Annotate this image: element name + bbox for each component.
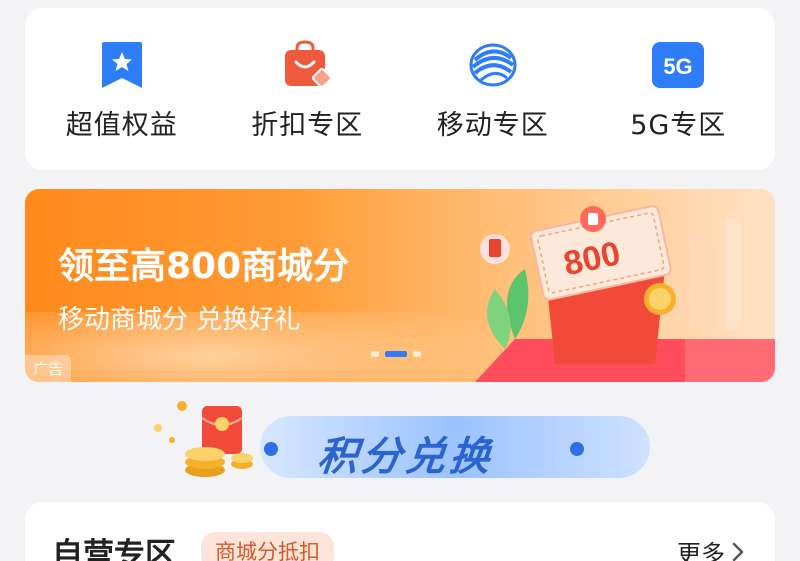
- nav-label: 5G专区: [630, 109, 727, 141]
- section-title: 自营专区: [52, 537, 176, 561]
- points-decor-dot-right: [570, 442, 584, 456]
- quick-nav-card: 超值权益 折扣专区 移动专区 5G 5G专区: [25, 8, 775, 170]
- nav-label: 折扣专区: [251, 109, 364, 141]
- bookmark-star-icon: [94, 37, 150, 93]
- section-badge: 商城分抵扣: [201, 532, 334, 561]
- promo-banner[interactable]: 领至高800商城分 移动商城分 兑换好礼 800 广告: [25, 189, 775, 382]
- nav-item-discount-zone[interactable]: 折扣专区: [227, 37, 387, 142]
- banner-subtitle: 移动商城分 兑换好礼: [58, 305, 301, 335]
- points-exchange-title: 积分兑换: [315, 434, 496, 480]
- carousel-dot: [413, 351, 421, 357]
- self-operated-section: 自营专区 商城分抵扣 更多: [25, 502, 775, 561]
- 5g-icon-text: 5G: [664, 54, 693, 79]
- nav-item-premium-benefits[interactable]: 超值权益: [42, 37, 202, 142]
- nav-label: 移动专区: [436, 109, 549, 141]
- points-exchange-banner[interactable]: 积分兑换: [150, 398, 660, 488]
- carousel-indicator: [371, 351, 421, 357]
- banner-title: 领至高800商城分: [58, 246, 350, 287]
- china-mobile-logo-icon: [465, 37, 521, 93]
- nav-item-5g-zone[interactable]: 5G 5G专区: [598, 37, 758, 142]
- 5g-icon: 5G: [650, 37, 706, 93]
- more-link[interactable]: 更多: [677, 534, 745, 561]
- chevron-right-icon: [732, 542, 744, 561]
- gift-box-illustration: 800: [475, 205, 775, 382]
- carousel-dot-active: [385, 351, 407, 357]
- ad-label: 广告: [25, 355, 72, 382]
- nav-item-mobile-zone[interactable]: 移动专区: [413, 37, 573, 142]
- red-envelope-coins-icon: [154, 401, 253, 477]
- shopping-bag-icon: [279, 37, 335, 93]
- nav-label: 超值权益: [65, 109, 178, 141]
- carousel-dot: [371, 351, 379, 357]
- points-decor-dot-left: [264, 442, 278, 456]
- more-label: 更多: [677, 540, 725, 561]
